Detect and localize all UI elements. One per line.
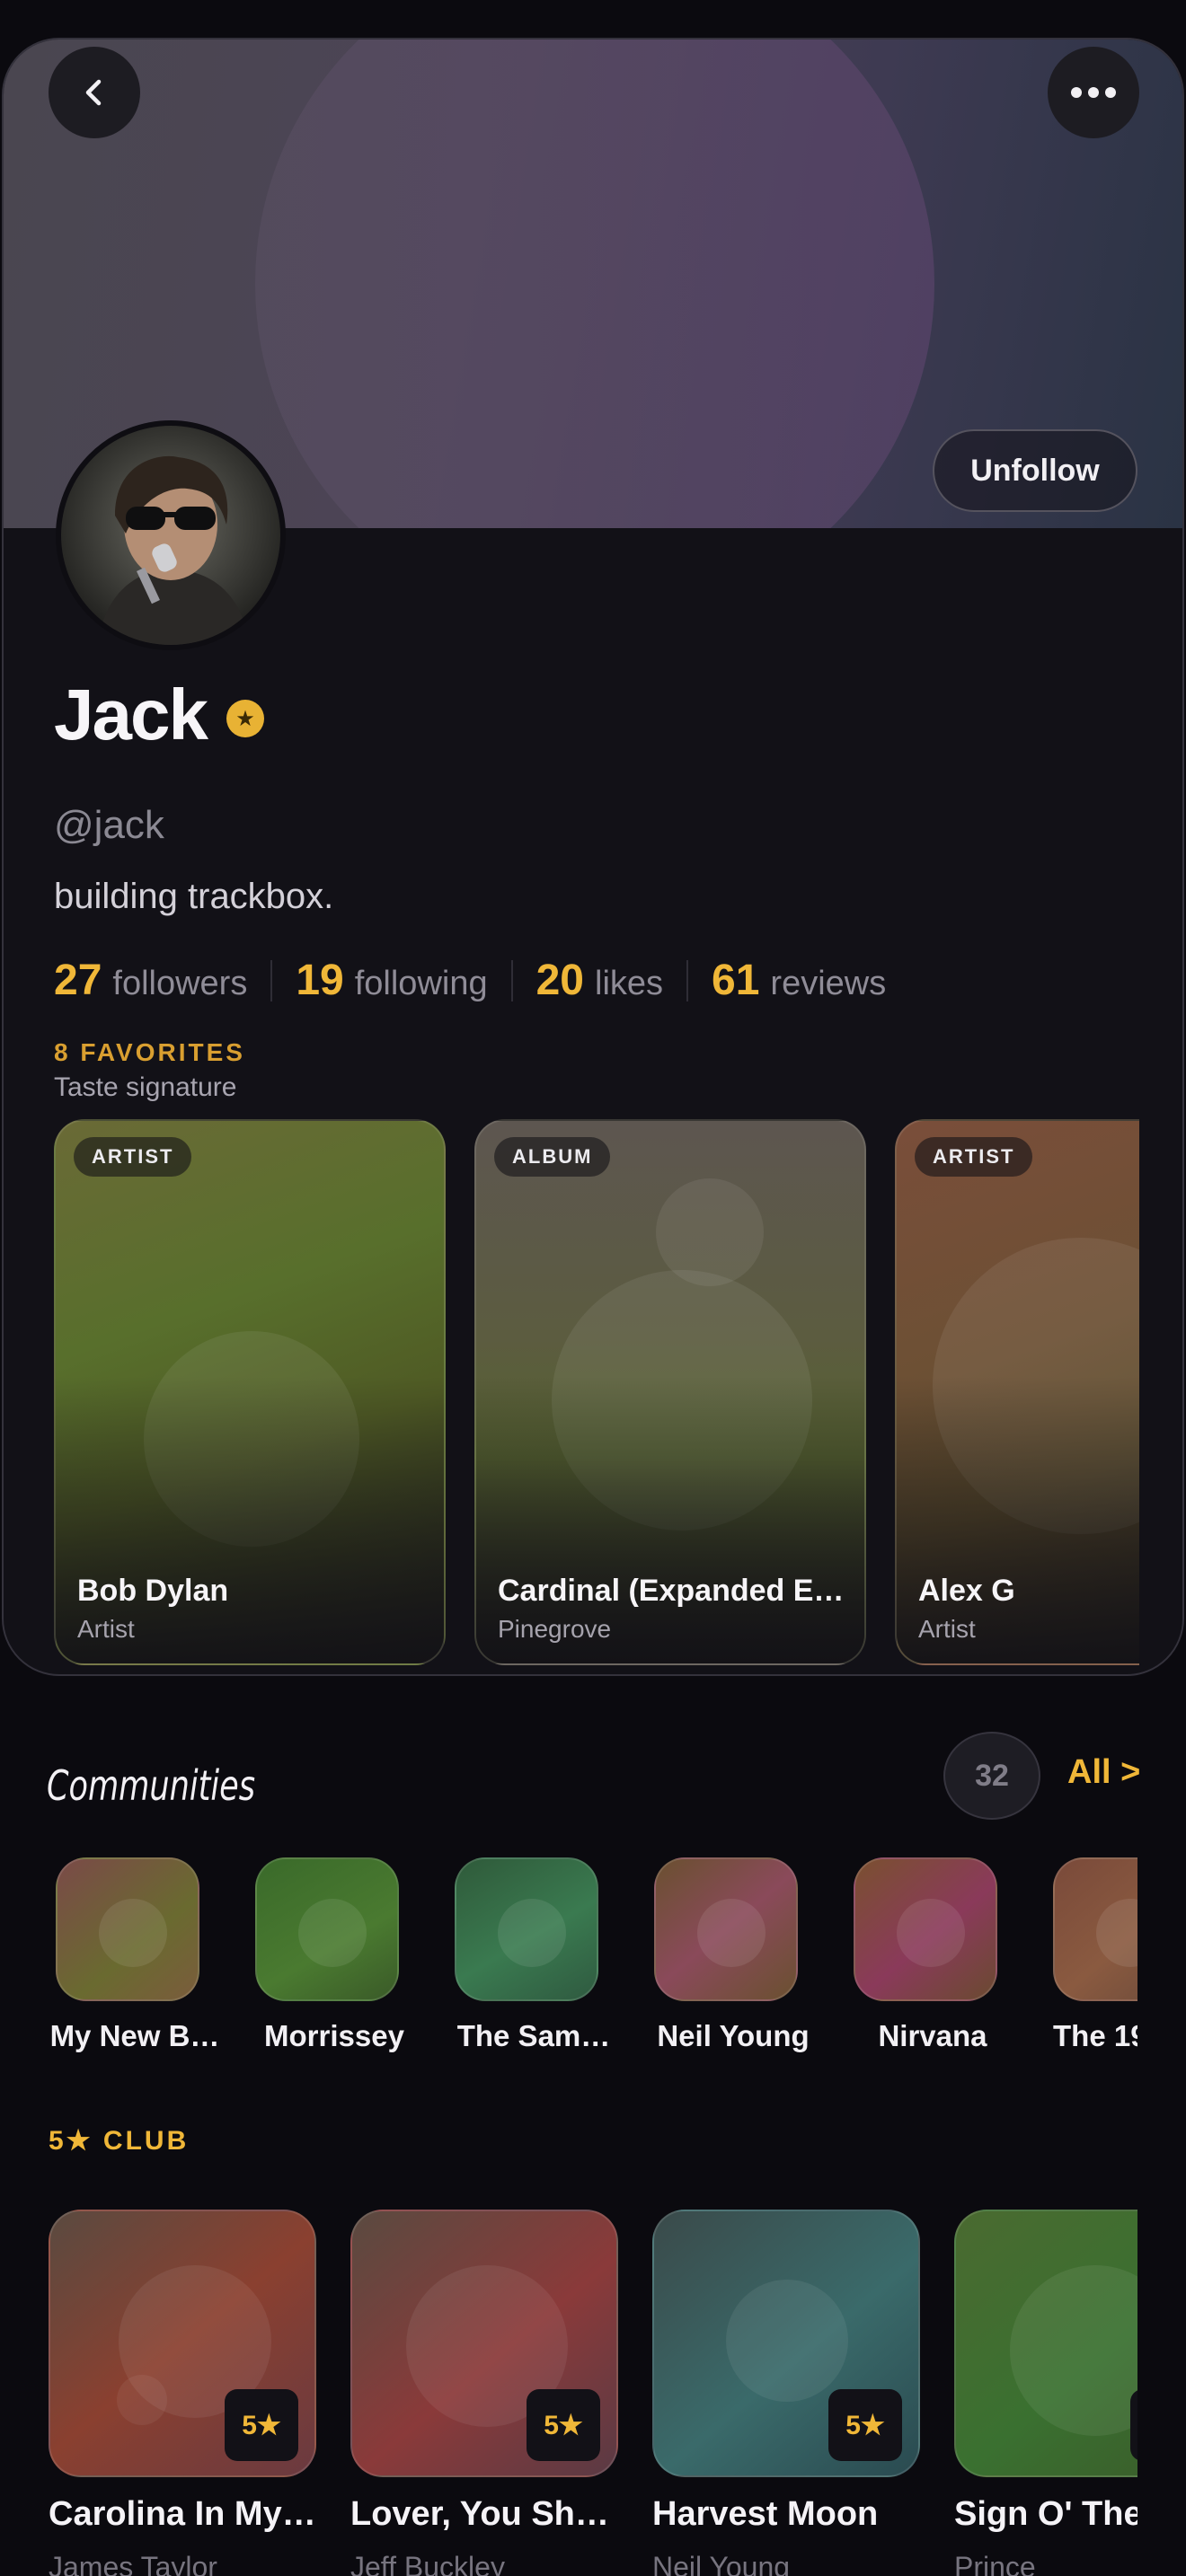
divider xyxy=(270,959,273,1001)
rating-badge: 5★ xyxy=(1130,2389,1137,2461)
club-item-title: Lover, You Sho… xyxy=(350,2495,620,2533)
stat-value: 61 xyxy=(712,957,760,1004)
profile-card: Unfollow Jack ★ @jack building trackbox. xyxy=(2,38,1184,1676)
club-item-artist: James Taylor xyxy=(49,2551,217,2576)
communities-title-text: Communities xyxy=(47,1761,255,1810)
community-name: Neil Young xyxy=(657,2019,810,2052)
stat-label: following xyxy=(354,965,488,1002)
star-badge-icon: ★ xyxy=(226,700,264,737)
rating-badge: 5★ xyxy=(225,2389,298,2461)
club-item-artist: Neil Young xyxy=(652,2551,791,2576)
unfollow-button[interactable]: Unfollow xyxy=(933,429,1137,512)
community-name: Nirvana xyxy=(878,2019,987,2052)
community-name: The Sam… xyxy=(456,2019,611,2052)
divider xyxy=(686,959,689,1001)
type-pill: ARTIST xyxy=(74,1137,192,1177)
favorite-title: Cardinal (Expanded E… xyxy=(498,1574,845,1608)
favorites-count: 8 FAVORITES xyxy=(54,1038,245,1066)
type-pill: ARTIST xyxy=(915,1137,1033,1177)
favorites-subtitle: Taste signature xyxy=(54,1072,237,1102)
profile-handle: @jack xyxy=(54,803,164,847)
more-options-button[interactable] xyxy=(1048,47,1139,138)
community-name: Morrissey xyxy=(264,2019,404,2052)
stat-following[interactable]: 19 following xyxy=(296,956,487,1005)
type-pill: ALBUM xyxy=(494,1137,611,1177)
stat-value: 27 xyxy=(54,957,102,1004)
club-item-title: Harvest Moon xyxy=(652,2495,879,2533)
back-button[interactable] xyxy=(49,47,140,138)
banner-decoration xyxy=(255,40,934,528)
rating-badge: 5★ xyxy=(828,2389,902,2461)
art-placeholder xyxy=(726,2280,848,2402)
five-star-club-carousel[interactable]: 5★ Carolina In My … James Taylor 5★ Love… xyxy=(49,2210,1137,2576)
favorites-carousel[interactable]: ARTIST Bob Dylan Artist ALBUM Cardinal (… xyxy=(54,1119,1139,1667)
stat-likes[interactable]: 20 likes xyxy=(536,956,663,1005)
community-name: My New B… xyxy=(49,2019,220,2052)
thumbnail-placeholder xyxy=(1096,1899,1137,1967)
community-thumbnail xyxy=(56,1857,199,2001)
thumbnail-placeholder xyxy=(697,1899,766,1967)
community-name: The 1975 xyxy=(1053,2019,1137,2052)
stat-label: reviews xyxy=(770,965,887,1002)
communities-title: Communities xyxy=(47,1761,255,1810)
art-placeholder xyxy=(1010,2265,1137,2436)
favorite-subtitle: Artist xyxy=(918,1615,976,1643)
club-item-title: Carolina In My … xyxy=(49,2495,318,2533)
favorite-title: Bob Dylan xyxy=(77,1574,229,1608)
club-item-title: Sign O' The Times xyxy=(954,2495,1137,2533)
name-row: Jack ★ xyxy=(54,674,264,756)
community-thumbnail xyxy=(255,1857,399,2001)
thumbnail-placeholder xyxy=(498,1899,566,1967)
communities-count: 32 xyxy=(943,1732,1040,1820)
favorite-subtitle: Artist xyxy=(77,1615,135,1643)
communities-carousel[interactable]: My New B… Morrissey The Sam… Neil Young … xyxy=(45,1857,1137,2073)
community-thumbnail xyxy=(1053,1857,1137,2001)
favorite-card[interactable]: ARTIST Bob Dylan Artist xyxy=(54,1119,446,1665)
community-thumbnail xyxy=(854,1857,997,2001)
thumbnail-placeholder xyxy=(99,1899,167,1967)
avatar[interactable] xyxy=(56,420,286,650)
favorite-title: Alex G xyxy=(918,1574,1015,1608)
album-art: 5★ xyxy=(652,2210,920,2477)
club-item-artist: Jeff Buckley xyxy=(350,2551,505,2576)
club-item-artist: Prince xyxy=(954,2551,1036,2576)
communities-all-link[interactable]: All > xyxy=(1067,1753,1140,1792)
art-placeholder xyxy=(117,2375,167,2425)
profile-stats: 27 followers 19 following 20 likes 61 re… xyxy=(54,956,886,1005)
profile-bio: building trackbox. xyxy=(54,877,334,916)
stat-label: likes xyxy=(595,965,664,1002)
favorite-card[interactable]: ARTIST Alex G Artist xyxy=(895,1119,1139,1665)
more-horizontal-icon xyxy=(1071,87,1116,98)
stat-value: 20 xyxy=(535,957,584,1004)
stat-reviews[interactable]: 61 reviews xyxy=(712,956,886,1005)
stat-followers[interactable]: 27 followers xyxy=(54,956,247,1005)
five-star-club-label: 5★ CLUB xyxy=(49,2126,190,2156)
stat-value: 19 xyxy=(296,957,344,1004)
community-thumbnail xyxy=(654,1857,798,2001)
community-thumbnail xyxy=(455,1857,598,2001)
thumbnail-placeholder xyxy=(897,1899,965,1967)
stat-label: followers xyxy=(112,965,248,1002)
chevron-left-icon xyxy=(85,79,102,106)
album-art: 5★ xyxy=(49,2210,316,2477)
album-art: 5★ xyxy=(350,2210,618,2477)
profile-name: Jack xyxy=(54,675,208,754)
favorite-card[interactable]: ALBUM Cardinal (Expanded E… Pinegrove xyxy=(474,1119,866,1665)
rating-badge: 5★ xyxy=(527,2389,600,2461)
favorite-subtitle: Pinegrove xyxy=(498,1615,612,1643)
divider xyxy=(510,959,513,1001)
album-art: 5★ xyxy=(954,2210,1137,2477)
thumbnail-placeholder xyxy=(298,1899,367,1967)
avatar-photo xyxy=(61,426,280,645)
